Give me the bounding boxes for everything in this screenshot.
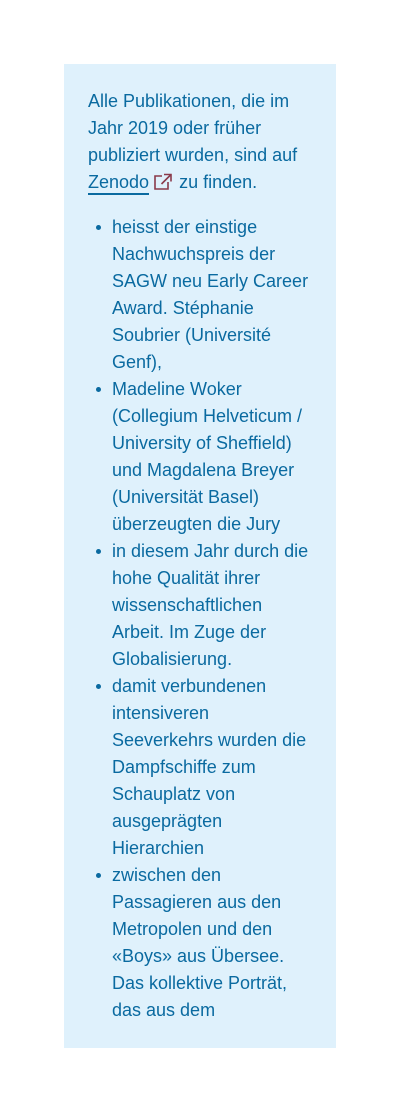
list-item: damit verbundenen intensiveren Seeverkeh… xyxy=(96,673,312,862)
intro-paragraph: Alle Publikationen, die im Jahr 2019 ode… xyxy=(88,88,312,196)
zenodo-link[interactable]: Zenodo xyxy=(88,172,150,195)
intro-text-end: zu finden. xyxy=(179,172,258,192)
intro-text: Alle Publikationen, die im Jahr 2019 ode… xyxy=(88,91,298,165)
external-link-icon[interactable] xyxy=(153,173,173,191)
bullet-list: heisst der einstige Nachwuchspreis der S… xyxy=(88,214,312,1024)
list-item: in diesem Jahr durch die hohe Qualität i… xyxy=(96,538,312,673)
list-item: heisst der einstige Nachwuchspreis der S… xyxy=(96,214,312,376)
list-item: zwischen den Passagieren aus den Metropo… xyxy=(96,862,312,1024)
list-item: Madeline Woker (Collegium Helveticum / U… xyxy=(96,376,312,538)
info-box: Alle Publikationen, die im Jahr 2019 ode… xyxy=(64,64,336,1048)
